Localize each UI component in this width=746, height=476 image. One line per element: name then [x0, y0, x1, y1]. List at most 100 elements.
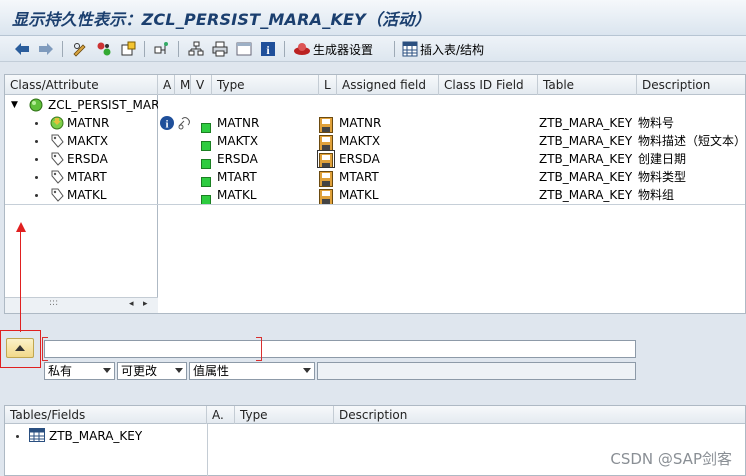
info-icon: i	[261, 42, 275, 57]
activate-button[interactable]	[118, 40, 138, 58]
col-description[interactable]: Description	[637, 75, 745, 95]
table-row[interactable]: MATKL MATKL MATKL ZTB_MARA_KEY 物料组	[5, 186, 745, 205]
save-disk-icon	[317, 150, 335, 168]
back-button[interactable]	[12, 40, 32, 58]
attr-type: MAKTX	[217, 134, 259, 148]
changeable-select[interactable]: 可更改	[117, 362, 187, 380]
col-v[interactable]: V	[191, 75, 212, 95]
scroll-right-icon[interactable]: ▸	[143, 299, 148, 309]
generator-icon	[294, 43, 310, 55]
assigned-field: MAKTX	[339, 134, 381, 148]
col-a[interactable]: A	[158, 75, 175, 95]
hierarchy-icon	[154, 42, 168, 54]
extra-field[interactable]	[317, 362, 636, 380]
attr-type: MTART	[217, 170, 257, 184]
description: 物料号	[638, 116, 675, 130]
window-title: 显示持久性表示：ZCL_PERSIST_MARA_KEY（活动）	[12, 10, 431, 29]
changeable-value: 可更改	[121, 364, 158, 378]
insert-table-label: 插入表/结构	[420, 42, 485, 57]
annotation-arrow-line	[20, 230, 21, 332]
description: 物料组	[638, 188, 675, 202]
assigned-field: MATKL	[339, 188, 379, 202]
col-table[interactable]: Table	[538, 75, 637, 95]
visibility-select[interactable]: 私有	[44, 362, 115, 380]
scroll-left-icon[interactable]: ◂	[129, 299, 134, 309]
attribute-tag-icon	[49, 169, 65, 187]
col-class-id-field[interactable]: Class ID Field	[439, 75, 538, 95]
attr-type: MATKL	[217, 188, 257, 202]
attr-name: MATNR	[67, 116, 110, 130]
visibility-value: 私有	[48, 364, 73, 378]
attribute-tree: Class/Attribute A M V Type L Assigned fi…	[4, 74, 746, 314]
info-button[interactable]: i	[258, 40, 278, 58]
attribute-detail-input[interactable]	[44, 340, 636, 358]
layout-button[interactable]	[234, 40, 254, 58]
watermark: CSDN @SAP剑客	[610, 450, 732, 468]
horizontal-scrollbar[interactable]: ::: ◂ ▸	[5, 297, 158, 313]
svg-text:i: i	[165, 119, 168, 131]
collapse-icon[interactable]: ▼	[11, 96, 18, 114]
arrow-left-icon	[15, 43, 29, 55]
check-button[interactable]	[94, 40, 114, 58]
structure-button[interactable]	[186, 40, 206, 58]
col-a-dot[interactable]: A.	[207, 406, 235, 424]
printer-icon	[212, 41, 228, 57]
attribute-tag-icon	[49, 133, 65, 151]
col-description[interactable]: Description	[334, 406, 746, 424]
table-row[interactable]: MATNR i MATNR MATNR ZTB_MARA_KEY 物料号	[5, 114, 745, 133]
table-name: ZTB_MARA_KEY	[539, 134, 633, 148]
save-disk-icon	[319, 187, 333, 205]
description: 物料类型	[638, 170, 687, 184]
attr-name: MTART	[67, 170, 107, 184]
assigned-field: ERSDA	[339, 152, 380, 166]
assigned-field: MTART	[339, 170, 379, 184]
col-l[interactable]: L	[319, 75, 337, 95]
generator-settings-button[interactable]: 生成器设置	[293, 40, 375, 58]
table-icon	[29, 428, 45, 446]
col-m[interactable]: M	[175, 75, 191, 95]
tree-class-node[interactable]: ▼ ZCL_PERSIST_MAR/	[5, 96, 745, 114]
table-row[interactable]: ERSDA ERSDA ERSDA ZTB_MARA_KEY 创建日期	[5, 150, 745, 169]
forward-button[interactable]	[36, 40, 56, 58]
hierarchy-button[interactable]	[152, 40, 172, 58]
annotation-bracket-left	[42, 337, 48, 361]
col-type[interactable]: Type	[235, 406, 334, 424]
tables-header: Tables/Fields A. Type Description	[5, 406, 745, 424]
attribute-kind-value: 值属性	[193, 364, 230, 378]
attr-type: MATNR	[217, 116, 260, 130]
save-disk-icon	[319, 133, 333, 151]
description: 物料描述（短文本）	[638, 134, 746, 148]
tree-header: Class/Attribute A M V Type L Assigned fi…	[5, 75, 745, 95]
annotation-bracket-right	[256, 337, 262, 361]
structure-icon	[188, 41, 204, 56]
table-row[interactable]: MAKTX MAKTX MAKTX ZTB_MARA_KEY 物料描述（短文本）	[5, 132, 746, 151]
attr-name: MATKL	[67, 188, 107, 202]
scroll-grip[interactable]: :::	[49, 298, 58, 308]
generator-settings-label: 生成器设置	[313, 42, 374, 57]
title-bar: 显示持久性表示：ZCL_PERSIST_MARA_KEY（活动）	[0, 0, 746, 36]
insert-table-button[interactable]: 插入表/结构	[402, 40, 494, 58]
attribute-kind-select[interactable]: 值属性	[189, 362, 315, 380]
triangle-up-icon	[15, 345, 25, 351]
tree-row-separator	[5, 204, 745, 205]
col-assigned-field[interactable]: Assigned field	[337, 75, 439, 95]
save-disk-icon	[319, 169, 333, 187]
info-icon[interactable]: i	[159, 115, 175, 133]
col-tables-fields[interactable]: Tables/Fields	[5, 406, 207, 424]
display-change-button[interactable]	[70, 40, 90, 58]
attribute-tag-icon	[49, 151, 65, 169]
table-name: ZTB_MARA_KEY	[539, 152, 633, 166]
col-type[interactable]: Type	[212, 75, 319, 95]
attr-type: ERSDA	[217, 152, 258, 166]
attr-name: MAKTX	[67, 134, 109, 148]
tables-divider	[207, 424, 208, 476]
col-class-attribute[interactable]: Class/Attribute	[5, 75, 158, 95]
table-row[interactable]: MTART MTART MTART ZTB_MARA_KEY 物料类型	[5, 168, 745, 187]
table-name: ZTB_MARA_KEY	[539, 188, 633, 202]
table-item-name: ZTB_MARA_KEY	[49, 429, 143, 443]
list-item[interactable]: ZTB_MARA_KEY	[5, 427, 207, 445]
collapse-detail-button[interactable]	[6, 338, 34, 358]
attr-name: ERSDA	[67, 152, 108, 166]
print-button[interactable]	[210, 40, 230, 58]
check-icon	[97, 42, 111, 56]
